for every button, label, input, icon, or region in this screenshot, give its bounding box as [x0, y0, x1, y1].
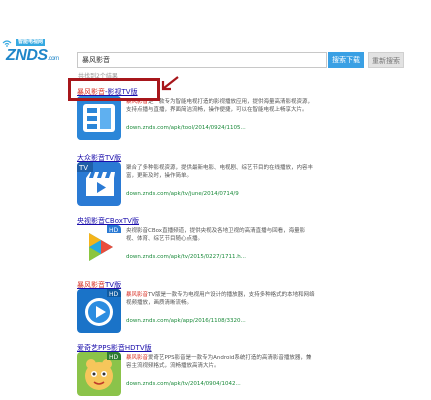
- search-input[interactable]: 暴风影音: [77, 52, 327, 68]
- result-description: 暴风影音爱奇艺PPS影音是一款专为Android系统打造的高清影音播放器，兼容主…: [126, 355, 312, 369]
- result-item[interactable]: 大众影音TV版 TV 聚合了多种影视资源，提供最新电影、电视剧、综艺节目的在线播…: [77, 153, 317, 209]
- result-description: 聚合了多种影视资源，提供最新电影、电视剧、综艺节目的在线播放，内容丰富，更新及时…: [126, 165, 314, 179]
- svg-text:TV: TV: [78, 164, 88, 172]
- result-description: 央视影音CBox直播频道，提供央视及各地卫视的高清直播与回看，海量影视、体育、综…: [126, 228, 306, 242]
- result-url: down.znds.com/apk/tv/june/2014/0714/9: [126, 191, 239, 197]
- play-circle-icon[interactable]: HD: [77, 289, 121, 333]
- svg-text:HD: HD: [109, 354, 119, 361]
- search-button[interactable]: 搜索下载: [328, 52, 364, 68]
- highlight-box: [68, 78, 160, 101]
- film-strip-icon[interactable]: [77, 96, 121, 140]
- result-item[interactable]: 暴风影音TV版 HD 暴风影音TV版是一款专为电视用户设计的播放器，支持多种格式…: [77, 280, 317, 336]
- arrow-annotation-icon: [161, 76, 179, 91]
- result-url: down.znds.com/apk/tv/2015/0227/1711.h...: [126, 254, 247, 260]
- svg-text:HD: HD: [109, 227, 119, 234]
- result-item[interactable]: 爱奇艺PPS影音HDTV版 HD 暴风影音爱奇艺PPS影音是一款专为Androi…: [77, 343, 317, 399]
- result-url: down.znds.com/apk/app/2016/1108/3320...: [126, 318, 246, 324]
- result-description: 暴风影音是一款专为智能电视打造的影视播放应用，提供海量高清影视资源，支持点播与直…: [126, 99, 314, 113]
- result-url: down.znds.com/apk/tv/2014/0904/1042...: [126, 381, 241, 387]
- result-url: down.znds.com/apk/tool/2014/0924/1105...: [126, 125, 246, 131]
- mascot-icon[interactable]: HD: [77, 352, 121, 396]
- logo-brand: ZNDS.com: [6, 47, 59, 64]
- play-triangle-icon[interactable]: HD: [77, 225, 121, 269]
- logo-tagline: 智能电视网: [16, 39, 46, 46]
- svg-text:HD: HD: [109, 291, 119, 298]
- result-item[interactable]: 央视影音CBoxTV版 HD 央视影音CBox直播频道，提供央视及各地卫视的高清…: [77, 216, 317, 272]
- clapper-icon[interactable]: TV: [77, 162, 121, 206]
- site-logo[interactable]: 智能电视网 ZNDS.com: [2, 38, 66, 64]
- result-description: 暴风影音TV版是一款专为电视用户设计的播放器，支持多种格式的本地和网络视频播放，…: [126, 292, 315, 306]
- wifi-icon: [2, 40, 12, 47]
- reset-search-button[interactable]: 重新搜索: [368, 52, 404, 68]
